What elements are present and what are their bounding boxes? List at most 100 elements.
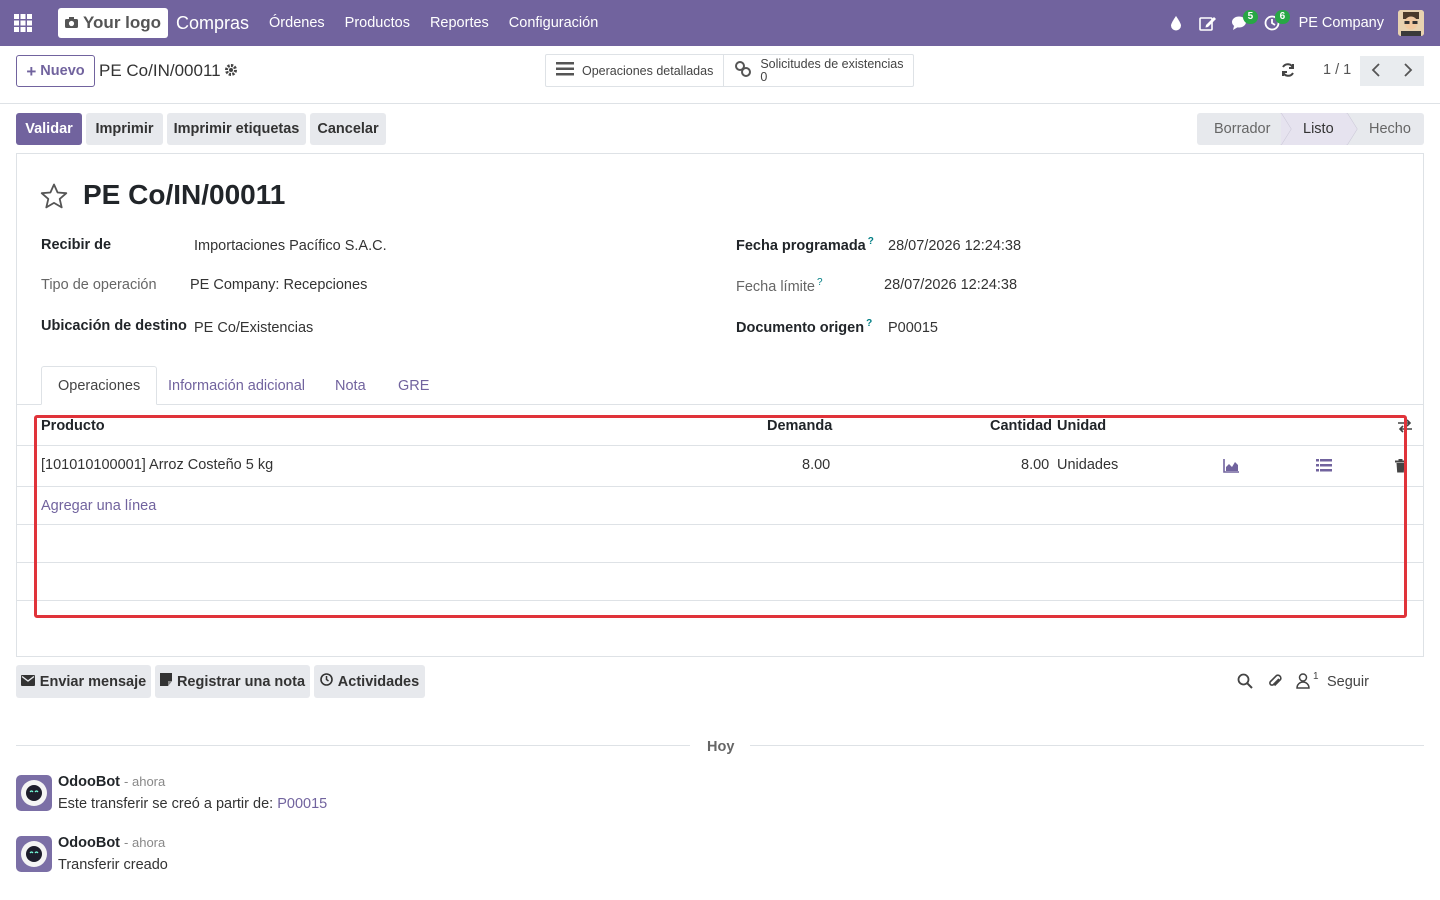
note-icon: [159, 673, 172, 690]
add-line-link[interactable]: Agregar una línea: [41, 498, 156, 514]
scheduled-date-label: Fecha programada?: [736, 236, 874, 254]
deadline-label: Fecha límite?: [736, 277, 823, 295]
odoobot-avatar[interactable]: [16, 775, 52, 811]
camera-icon: [64, 13, 78, 33]
menu-configuracion[interactable]: Configuración: [509, 15, 598, 31]
list-icon: [556, 62, 574, 79]
new-button-label: Nuevo: [40, 63, 85, 79]
record-title: PE Co/IN/00011: [83, 179, 286, 210]
company-logo[interactable]: Your logo: [58, 8, 168, 38]
log-note-button[interactable]: Registrar una nota: [155, 665, 310, 698]
log-note-label: Registrar una nota: [176, 673, 306, 690]
column-product[interactable]: Producto: [41, 418, 105, 434]
column-demand[interactable]: Demanda: [767, 418, 832, 434]
chevron-right-icon: [1403, 62, 1413, 80]
star-icon[interactable]: [40, 183, 68, 212]
send-message-button[interactable]: Enviar mensaje: [16, 665, 151, 698]
pager-next-button[interactable]: [1392, 56, 1424, 86]
empty-row: [17, 563, 1423, 601]
detailed-operations-button[interactable]: Operaciones detalladas: [546, 55, 723, 86]
column-unit[interactable]: Unidad: [1057, 418, 1106, 434]
apps-menu-icon[interactable]: [0, 0, 46, 46]
pager-previous-button[interactable]: [1360, 56, 1392, 86]
details-list-icon[interactable]: [1316, 459, 1332, 475]
new-button[interactable]: + Nuevo: [16, 55, 95, 87]
follow-button[interactable]: Seguir: [1327, 674, 1369, 690]
stock-requests-count: 0: [760, 69, 768, 84]
followers-icon[interactable]: [1296, 673, 1310, 692]
tab-informacion-adicional[interactable]: Información adicional: [152, 366, 321, 405]
top-navbar: Your logo Compras Órdenes Productos Repo…: [0, 0, 1440, 46]
print-labels-button[interactable]: Imprimir etiquetas: [167, 113, 306, 145]
tab-operaciones[interactable]: Operaciones: [41, 366, 158, 405]
operation-type-label: Tipo de operación: [41, 277, 157, 293]
envelope-icon: [20, 674, 35, 690]
paperclip-icon[interactable]: [1267, 673, 1283, 692]
row-quantity[interactable]: 8.00: [1021, 457, 1049, 473]
gear-icon[interactable]: [224, 63, 238, 80]
empty-row: [17, 525, 1423, 563]
operations-table-header: Producto Demanda Cantidad Unidad: [17, 406, 1423, 446]
tab-nota[interactable]: Nota: [319, 366, 382, 405]
control-panel: + Nuevo PE Co/IN/00011 Operaciones detal…: [0, 46, 1440, 104]
add-line-row: [17, 487, 1423, 525]
menu-reportes[interactable]: Reportes: [430, 15, 489, 31]
logo-text: Your logo: [82, 13, 162, 32]
menu-productos[interactable]: Productos: [345, 15, 410, 31]
activities-button[interactable]: Actividades: [314, 665, 425, 698]
help-icon[interactable]: ?: [817, 277, 823, 288]
statusbar: Borrador Listo Hecho: [1197, 113, 1424, 145]
cancel-button[interactable]: Cancelar: [310, 113, 386, 145]
messages-icon[interactable]: 5: [1225, 0, 1259, 46]
edit-icon[interactable]: [1193, 0, 1223, 46]
operation-type-field[interactable]: PE Company: Recepciones: [190, 277, 367, 293]
activities-label: Actividades: [337, 673, 420, 690]
detailed-operations-label: Operaciones detalladas: [582, 63, 714, 78]
plus-icon: +: [26, 61, 37, 81]
stock-requests-label: Solicitudes de existencias: [760, 56, 904, 71]
destination-field[interactable]: PE Co/Existencias: [194, 320, 313, 336]
menu-ordenes[interactable]: Órdenes: [269, 15, 325, 31]
forecast-chart-icon[interactable]: [1223, 459, 1240, 476]
clock-icon: [319, 673, 333, 690]
breadcrumb-record-name: PE Co/IN/00011: [99, 61, 221, 80]
row-product[interactable]: [101010100001] Arroz Costeño 5 kg: [41, 457, 273, 473]
print-button[interactable]: Imprimir: [86, 113, 163, 145]
app-name[interactable]: Compras: [176, 13, 249, 34]
help-icon[interactable]: ?: [868, 236, 874, 247]
deadline-field[interactable]: 28/07/2026 12:24:38: [884, 277, 1017, 293]
receive-from-label: Recibir de: [41, 237, 112, 253]
validate-button[interactable]: Validar: [16, 113, 82, 145]
column-settings-icon[interactable]: [1397, 419, 1413, 436]
row-unit[interactable]: Unidades: [1057, 457, 1118, 473]
pager-value[interactable]: 1 / 1: [1323, 62, 1351, 78]
source-document-link[interactable]: P00015: [277, 796, 327, 812]
scheduled-date-field[interactable]: 28/07/2026 12:24:38: [888, 238, 1021, 254]
trash-icon[interactable]: [1395, 459, 1406, 476]
odoobot-avatar[interactable]: [16, 836, 52, 872]
source-document-field[interactable]: P00015: [888, 320, 938, 336]
search-icon[interactable]: [1237, 673, 1253, 692]
message-body: Transferir creado: [58, 857, 168, 873]
drop-icon[interactable]: [1161, 0, 1191, 46]
divider-right: [750, 745, 1424, 746]
chevron-left-icon: [1371, 62, 1381, 80]
stock-requests-button[interactable]: Solicitudes de existencias 0: [723, 55, 913, 86]
receive-from-field[interactable]: Importaciones Pacífico S.A.C.: [194, 238, 387, 254]
source-document-label: Documento origen?: [736, 318, 873, 336]
tab-gre[interactable]: GRE: [382, 366, 445, 405]
statusbar-arrows: [1280, 113, 1358, 145]
refresh-icon[interactable]: [1280, 62, 1296, 81]
column-quantity[interactable]: Cantidad: [990, 418, 1052, 434]
followers-count: 1: [1313, 671, 1319, 682]
company-switcher[interactable]: PE Company: [1299, 15, 1384, 31]
message-time: - ahora: [124, 835, 166, 850]
message-author: OdooBot - ahora: [58, 774, 166, 790]
divider-left: [16, 745, 690, 746]
activities-icon[interactable]: 6: [1257, 0, 1291, 46]
user-avatar[interactable]: [1398, 10, 1424, 36]
table-row[interactable]: [101010100001] Arroz Costeño 5 kg 8.00 8…: [17, 446, 1423, 487]
help-icon[interactable]: ?: [866, 318, 872, 329]
smart-buttons: Operaciones detalladas Solicitudes de ex…: [545, 54, 915, 87]
message-body: Este transferir se creó a partir de: P00…: [58, 796, 328, 812]
